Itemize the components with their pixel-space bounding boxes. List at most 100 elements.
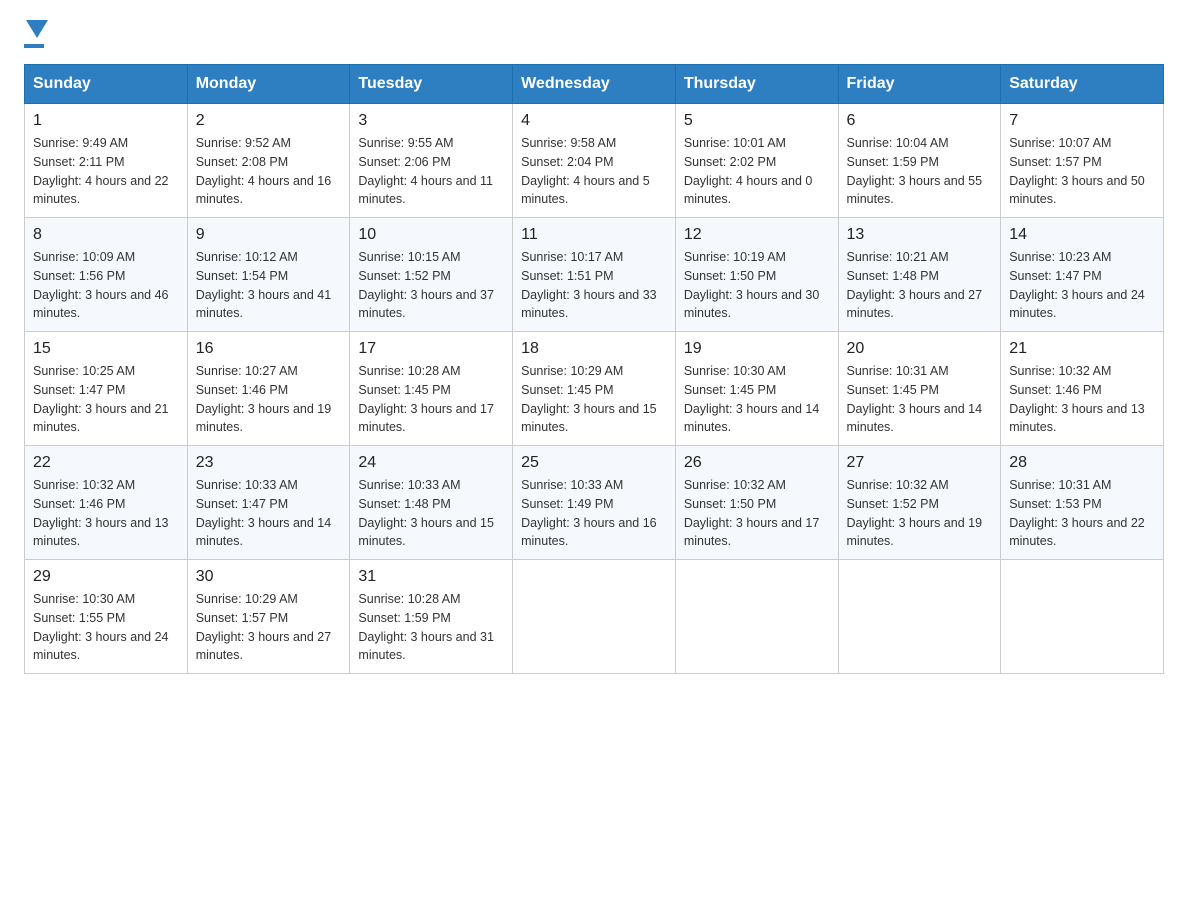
empty-day-cell — [1001, 560, 1164, 674]
day-info: Sunrise: 10:17 AM Sunset: 1:51 PM Daylig… — [521, 248, 667, 323]
day-info: Sunrise: 10:12 AM Sunset: 1:54 PM Daylig… — [196, 248, 342, 323]
day-info: Sunrise: 10:32 AM Sunset: 1:52 PM Daylig… — [847, 476, 993, 551]
day-info: Sunrise: 9:52 AM Sunset: 2:08 PM Dayligh… — [196, 134, 342, 209]
day-number: 9 — [196, 226, 342, 244]
day-info: Sunrise: 10:32 AM Sunset: 1:46 PM Daylig… — [33, 476, 179, 551]
calendar-day-cell: 12 Sunrise: 10:19 AM Sunset: 1:50 PM Day… — [675, 218, 838, 332]
calendar-day-cell: 11 Sunrise: 10:17 AM Sunset: 1:51 PM Day… — [513, 218, 676, 332]
day-number: 14 — [1009, 226, 1155, 244]
calendar-week-row: 1 Sunrise: 9:49 AM Sunset: 2:11 PM Dayli… — [25, 104, 1164, 218]
day-info: Sunrise: 10:30 AM Sunset: 1:45 PM Daylig… — [684, 362, 830, 437]
day-number: 12 — [684, 226, 830, 244]
day-info: Sunrise: 10:01 AM Sunset: 2:02 PM Daylig… — [684, 134, 830, 209]
calendar-day-cell: 16 Sunrise: 10:27 AM Sunset: 1:46 PM Day… — [187, 332, 350, 446]
calendar-day-cell: 3 Sunrise: 9:55 AM Sunset: 2:06 PM Dayli… — [350, 104, 513, 218]
day-info: Sunrise: 10:07 AM Sunset: 1:57 PM Daylig… — [1009, 134, 1155, 209]
empty-day-cell — [675, 560, 838, 674]
calendar-day-cell: 28 Sunrise: 10:31 AM Sunset: 1:53 PM Day… — [1001, 446, 1164, 560]
day-info: Sunrise: 10:04 AM Sunset: 1:59 PM Daylig… — [847, 134, 993, 209]
day-number: 27 — [847, 454, 993, 472]
day-info: Sunrise: 9:58 AM Sunset: 2:04 PM Dayligh… — [521, 134, 667, 209]
calendar-day-cell: 15 Sunrise: 10:25 AM Sunset: 1:47 PM Day… — [25, 332, 188, 446]
weekday-header-sunday: Sunday — [25, 65, 188, 104]
calendar-day-cell: 29 Sunrise: 10:30 AM Sunset: 1:55 PM Day… — [25, 560, 188, 674]
calendar-day-cell: 22 Sunrise: 10:32 AM Sunset: 1:46 PM Day… — [25, 446, 188, 560]
day-number: 18 — [521, 340, 667, 358]
day-number: 17 — [358, 340, 504, 358]
day-number: 13 — [847, 226, 993, 244]
calendar-day-cell: 17 Sunrise: 10:28 AM Sunset: 1:45 PM Day… — [350, 332, 513, 446]
weekday-header-tuesday: Tuesday — [350, 65, 513, 104]
calendar-day-cell: 25 Sunrise: 10:33 AM Sunset: 1:49 PM Day… — [513, 446, 676, 560]
day-number: 26 — [684, 454, 830, 472]
calendar-day-cell: 26 Sunrise: 10:32 AM Sunset: 1:50 PM Day… — [675, 446, 838, 560]
logo — [24, 24, 48, 48]
day-info: Sunrise: 9:55 AM Sunset: 2:06 PM Dayligh… — [358, 134, 504, 209]
calendar-day-cell: 24 Sunrise: 10:33 AM Sunset: 1:48 PM Day… — [350, 446, 513, 560]
day-info: Sunrise: 10:33 AM Sunset: 1:47 PM Daylig… — [196, 476, 342, 551]
day-number: 5 — [684, 112, 830, 130]
calendar-day-cell: 27 Sunrise: 10:32 AM Sunset: 1:52 PM Day… — [838, 446, 1001, 560]
day-number: 19 — [684, 340, 830, 358]
day-info: Sunrise: 10:09 AM Sunset: 1:56 PM Daylig… — [33, 248, 179, 323]
day-info: Sunrise: 10:33 AM Sunset: 1:48 PM Daylig… — [358, 476, 504, 551]
day-number: 25 — [521, 454, 667, 472]
day-number: 29 — [33, 568, 179, 586]
day-info: Sunrise: 10:30 AM Sunset: 1:55 PM Daylig… — [33, 590, 179, 665]
empty-day-cell — [838, 560, 1001, 674]
calendar-day-cell: 19 Sunrise: 10:30 AM Sunset: 1:45 PM Day… — [675, 332, 838, 446]
calendar-day-cell: 9 Sunrise: 10:12 AM Sunset: 1:54 PM Dayl… — [187, 218, 350, 332]
day-info: Sunrise: 9:49 AM Sunset: 2:11 PM Dayligh… — [33, 134, 179, 209]
calendar-day-cell: 7 Sunrise: 10:07 AM Sunset: 1:57 PM Dayl… — [1001, 104, 1164, 218]
calendar-day-cell: 20 Sunrise: 10:31 AM Sunset: 1:45 PM Day… — [838, 332, 1001, 446]
day-info: Sunrise: 10:25 AM Sunset: 1:47 PM Daylig… — [33, 362, 179, 437]
calendar-week-row: 8 Sunrise: 10:09 AM Sunset: 1:56 PM Dayl… — [25, 218, 1164, 332]
calendar-table: SundayMondayTuesdayWednesdayThursdayFrid… — [24, 64, 1164, 674]
day-info: Sunrise: 10:15 AM Sunset: 1:52 PM Daylig… — [358, 248, 504, 323]
calendar-week-row: 29 Sunrise: 10:30 AM Sunset: 1:55 PM Day… — [25, 560, 1164, 674]
calendar-day-cell: 14 Sunrise: 10:23 AM Sunset: 1:47 PM Day… — [1001, 218, 1164, 332]
calendar-day-cell: 2 Sunrise: 9:52 AM Sunset: 2:08 PM Dayli… — [187, 104, 350, 218]
day-number: 28 — [1009, 454, 1155, 472]
day-number: 7 — [1009, 112, 1155, 130]
calendar-day-cell: 1 Sunrise: 9:49 AM Sunset: 2:11 PM Dayli… — [25, 104, 188, 218]
calendar-day-cell: 4 Sunrise: 9:58 AM Sunset: 2:04 PM Dayli… — [513, 104, 676, 218]
weekday-header-monday: Monday — [187, 65, 350, 104]
logo-triangle-icon — [26, 20, 48, 42]
day-info: Sunrise: 10:28 AM Sunset: 1:59 PM Daylig… — [358, 590, 504, 665]
calendar-week-row: 22 Sunrise: 10:32 AM Sunset: 1:46 PM Day… — [25, 446, 1164, 560]
day-number: 1 — [33, 112, 179, 130]
day-info: Sunrise: 10:29 AM Sunset: 1:45 PM Daylig… — [521, 362, 667, 437]
weekday-header-friday: Friday — [838, 65, 1001, 104]
day-info: Sunrise: 10:28 AM Sunset: 1:45 PM Daylig… — [358, 362, 504, 437]
day-number: 4 — [521, 112, 667, 130]
day-number: 31 — [358, 568, 504, 586]
day-number: 16 — [196, 340, 342, 358]
day-number: 15 — [33, 340, 179, 358]
calendar-week-row: 15 Sunrise: 10:25 AM Sunset: 1:47 PM Day… — [25, 332, 1164, 446]
day-number: 24 — [358, 454, 504, 472]
calendar-day-cell: 10 Sunrise: 10:15 AM Sunset: 1:52 PM Day… — [350, 218, 513, 332]
day-number: 20 — [847, 340, 993, 358]
calendar-day-cell: 18 Sunrise: 10:29 AM Sunset: 1:45 PM Day… — [513, 332, 676, 446]
calendar-day-cell: 23 Sunrise: 10:33 AM Sunset: 1:47 PM Day… — [187, 446, 350, 560]
day-info: Sunrise: 10:21 AM Sunset: 1:48 PM Daylig… — [847, 248, 993, 323]
day-info: Sunrise: 10:31 AM Sunset: 1:53 PM Daylig… — [1009, 476, 1155, 551]
day-info: Sunrise: 10:29 AM Sunset: 1:57 PM Daylig… — [196, 590, 342, 665]
calendar-day-cell: 6 Sunrise: 10:04 AM Sunset: 1:59 PM Dayl… — [838, 104, 1001, 218]
day-info: Sunrise: 10:27 AM Sunset: 1:46 PM Daylig… — [196, 362, 342, 437]
calendar-day-cell: 31 Sunrise: 10:28 AM Sunset: 1:59 PM Day… — [350, 560, 513, 674]
page-header — [24, 24, 1164, 48]
day-number: 30 — [196, 568, 342, 586]
calendar-day-cell: 5 Sunrise: 10:01 AM Sunset: 2:02 PM Dayl… — [675, 104, 838, 218]
day-info: Sunrise: 10:32 AM Sunset: 1:50 PM Daylig… — [684, 476, 830, 551]
weekday-header-wednesday: Wednesday — [513, 65, 676, 104]
day-number: 11 — [521, 226, 667, 244]
day-info: Sunrise: 10:32 AM Sunset: 1:46 PM Daylig… — [1009, 362, 1155, 437]
day-number: 23 — [196, 454, 342, 472]
day-info: Sunrise: 10:31 AM Sunset: 1:45 PM Daylig… — [847, 362, 993, 437]
day-number: 8 — [33, 226, 179, 244]
weekday-header-thursday: Thursday — [675, 65, 838, 104]
weekday-header-saturday: Saturday — [1001, 65, 1164, 104]
calendar-day-cell: 13 Sunrise: 10:21 AM Sunset: 1:48 PM Day… — [838, 218, 1001, 332]
